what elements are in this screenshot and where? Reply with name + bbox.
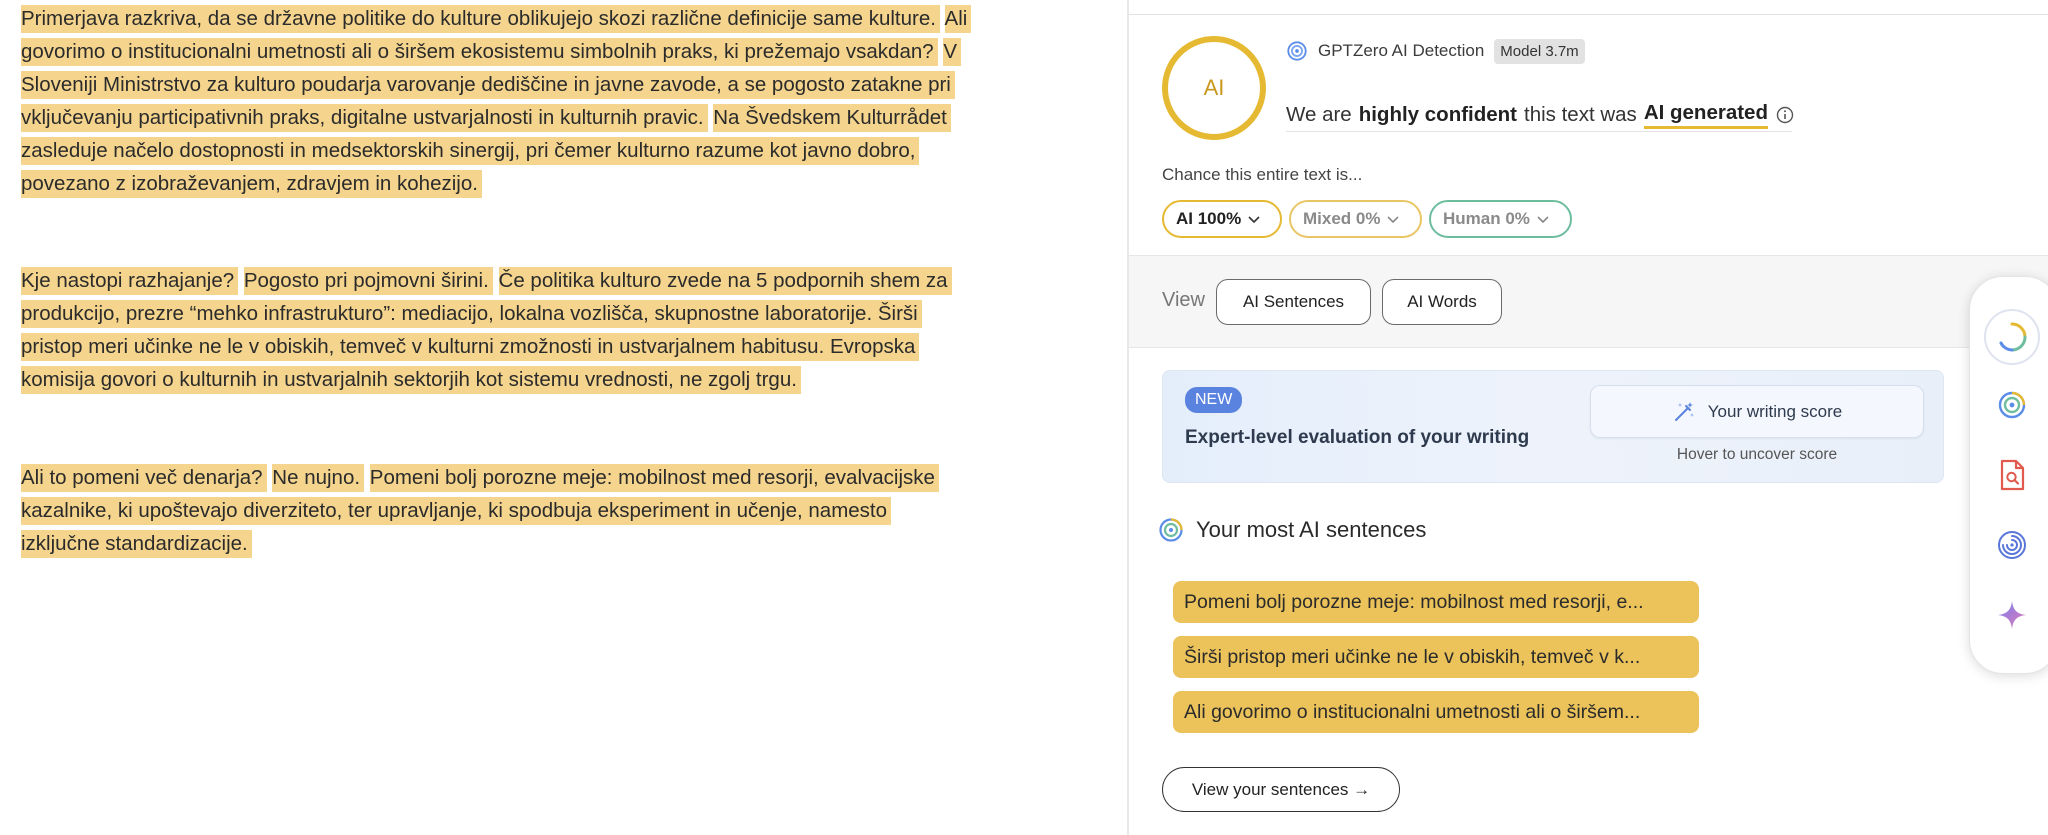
writing-evaluation-promo: NEW Expert-level evaluation of your writ… <box>1162 370 1944 483</box>
human-percent-label: Human 0% <box>1443 209 1530 228</box>
loading-ring-button[interactable] <box>1984 309 2040 365</box>
ai-sentences-button[interactable]: AI Sentences <box>1216 279 1371 325</box>
view-sentences-button[interactable]: View your sentences → <box>1162 767 1400 812</box>
headline-confidence: highly confident <box>1358 103 1518 126</box>
headline-prefix: We are <box>1286 103 1352 126</box>
ai-assistant-button[interactable] <box>1990 593 2034 637</box>
writing-score-label: Your writing score <box>1707 401 1843 421</box>
mixed-percent-dropdown[interactable]: Mixed 0% <box>1289 200 1422 238</box>
ai-percent-dropdown[interactable]: AI 100% <box>1162 200 1282 238</box>
fingerprint-icon <box>1998 531 2026 559</box>
detector-name: GPTZero AI Detection <box>1318 41 1485 60</box>
info-icon[interactable] <box>1776 106 1794 124</box>
loading-ring-icon <box>1999 322 2027 352</box>
ai-percent-label: AI 100% <box>1176 209 1242 228</box>
confidence-headline: We are highly confident this text was AI… <box>1286 101 1794 129</box>
highlighted-sentence: Ne nujno. <box>272 464 365 492</box>
promo-title: Expert-level evaluation of your writing <box>1185 427 1530 448</box>
side-toolbar <box>1969 276 2048 674</box>
detector-header: GPTZero AI Detection Model 3.7m <box>1286 36 1585 66</box>
paragraph-2: Kje nastopi razhajanje? Pogosto pri pojm… <box>21 264 971 396</box>
chevron-down-icon <box>1387 216 1400 224</box>
headline-divider <box>1286 131 1792 132</box>
ai-sentence-chip[interactable]: Pomeni bolj porozne meje: mobilnost med … <box>1173 581 1699 623</box>
document-search-icon <box>2000 459 2025 491</box>
plagiarism-scan-button[interactable] <box>1990 453 2034 497</box>
highlighted-sentence: Ali to pomeni več denarja? <box>21 464 267 492</box>
magic-wand-icon <box>1674 401 1694 421</box>
document-pane[interactable]: Primerjava razkriva, da se državne polit… <box>0 0 1127 835</box>
gptzero-logo-icon <box>1998 391 2026 419</box>
sparkle-icon <box>1998 601 2026 629</box>
top-divider <box>1129 14 2048 15</box>
paragraph-3: Ali to pomeni več denarja? Ne nujno. Pom… <box>21 461 971 560</box>
new-badge: NEW <box>1185 387 1243 413</box>
ai-sentence-chip[interactable]: Ali govorimo o institucionalni umetnosti… <box>1173 691 1699 733</box>
results-pane: AI GPTZero AI Detection Model 3.7m We ar… <box>1129 0 2048 835</box>
highlighted-sentence: Kje nastopi razhajanje? <box>21 267 239 295</box>
ai-sentence-chip[interactable]: Širši pristop meri učinke ne le v obiski… <box>1173 636 1699 678</box>
gptzero-button[interactable] <box>1990 383 2034 427</box>
chevron-down-icon <box>1248 216 1260 224</box>
writing-score-button[interactable]: Your writing score <box>1590 385 1924 438</box>
gptzero-logo-icon <box>1287 41 1307 61</box>
gptzero-logo-icon <box>1159 518 1183 542</box>
highlighted-sentence: Pogosto pri pojmovni širini. <box>243 267 493 295</box>
ai-words-button[interactable]: AI Words <box>1382 279 1502 325</box>
chevron-down-icon <box>1537 216 1549 224</box>
headline-middle: this text was <box>1524 103 1637 126</box>
paragraph-1: Primerjava razkriva, da se državne polit… <box>21 2 972 200</box>
headline-result: AI generated <box>1643 101 1768 129</box>
mixed-percent-label: Mixed 0% <box>1303 209 1381 228</box>
most-ai-title: Your most AI sentences <box>1196 517 1427 542</box>
authorship-button[interactable] <box>1990 523 2034 567</box>
human-percent-dropdown[interactable]: Human 0% <box>1429 200 1572 238</box>
hover-hint: Hover to uncover score <box>1676 446 1838 463</box>
view-label: View <box>1162 289 1205 311</box>
model-badge: Model 3.7m <box>1494 38 1585 64</box>
chance-label: Chance this entire text is... <box>1162 165 1363 184</box>
highlighted-sentence: Primerjava razkriva, da se državne polit… <box>21 5 940 33</box>
most-ai-sentences-header: Your most AI sentences <box>1158 517 1426 543</box>
ai-score-ring: AI <box>1162 36 1266 140</box>
ring-label: AI <box>1203 75 1225 100</box>
